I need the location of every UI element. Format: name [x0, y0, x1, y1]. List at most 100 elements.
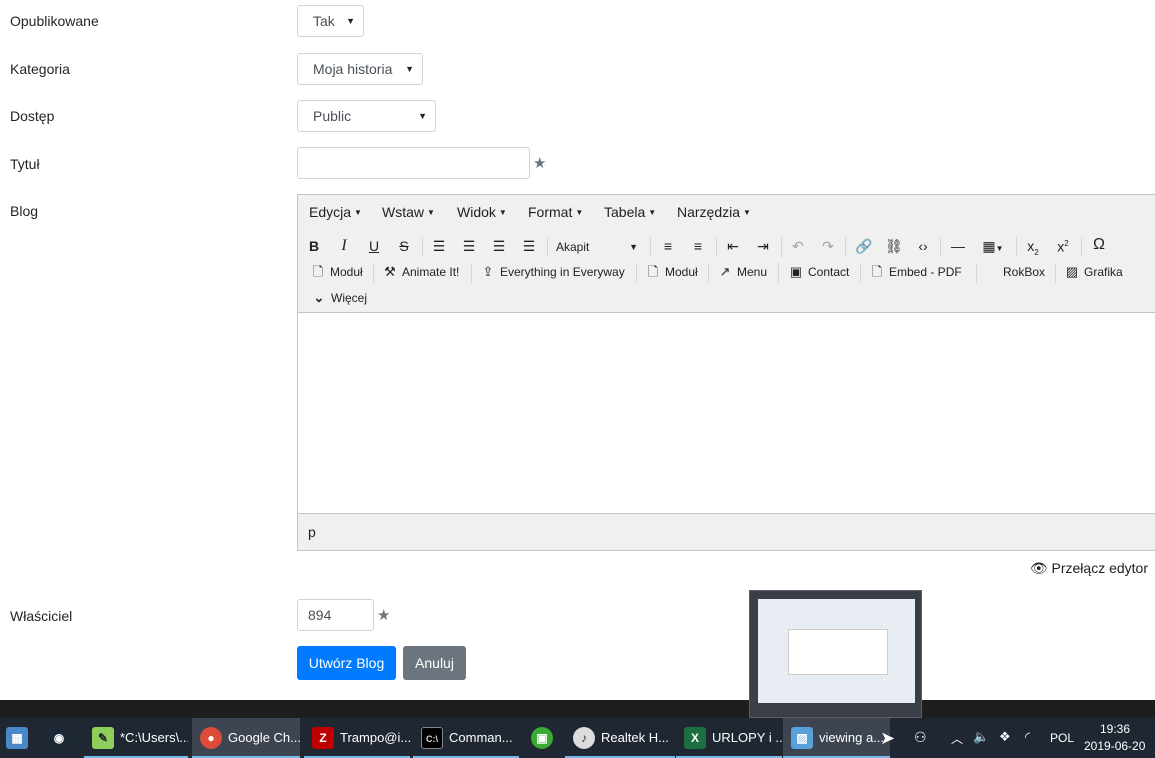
notepad-plus-icon: ✎ — [92, 727, 114, 749]
taskbar-label: Google Ch... — [228, 730, 300, 745]
clock-time[interactable]: 19:36 — [1100, 722, 1130, 736]
chevron-down-icon: ▼ — [405, 64, 414, 74]
taskbar-item-notepad[interactable]: ✎ *C:\Users\... — [84, 718, 188, 758]
menu-format[interactable]: Format ▼ — [528, 204, 583, 220]
menu-edycja[interactable]: Edycja ▼ — [309, 204, 362, 220]
excel-icon: X — [684, 727, 706, 749]
block-format-select[interactable]: Akapit ▼ — [556, 238, 638, 256]
contact-button[interactable]: ▣ Contact — [788, 264, 850, 280]
grafika-button[interactable]: ▨ Grafika — [1064, 264, 1123, 280]
italic-icon[interactable]: I — [336, 237, 352, 255]
access-select[interactable]: Public ▼ — [297, 100, 436, 132]
animate-button[interactable]: ⚒ Animate It! — [382, 264, 459, 280]
add-file-icon: 🗋 — [647, 264, 659, 279]
rich-text-editor: Edycja ▼ Wstaw ▼ Widok ▼ Format ▼ Tabela ▼ Na… — [297, 194, 1155, 551]
blog-label: Blog — [10, 203, 39, 219]
underline-icon[interactable]: U — [366, 237, 382, 255]
indent-icon[interactable]: ⇥ — [755, 237, 771, 255]
taskbar-item-realtek[interactable]: ♪ Realtek H... — [565, 718, 675, 758]
category-value: Moja historia — [313, 61, 393, 77]
everything-button[interactable]: ⇪ Everything in Everyway — [480, 264, 625, 280]
monitor-app-icon: ▣ — [531, 727, 553, 749]
windows-icon: ▦ — [6, 727, 28, 749]
chevron-down-icon: ▼ — [629, 242, 638, 252]
clock-date[interactable]: 2019-06-20 — [1084, 739, 1145, 753]
taskbar-item-app[interactable]: ▣ — [522, 718, 562, 758]
taskbar-steam[interactable]: ◉ — [38, 718, 82, 758]
volume-icon[interactable]: 🔈 — [973, 729, 989, 745]
language-indicator[interactable]: POL — [1050, 731, 1074, 745]
toolbar-separator — [1016, 237, 1017, 257]
editor-menubar: Edycja ▼ Wstaw ▼ Widok ▼ Format ▼ Tabela ▼ Na… — [298, 195, 1155, 229]
bullet-list-icon[interactable]: ≡ — [660, 237, 676, 255]
taskbar-item-photos[interactable]: ▨ viewing a... — [783, 718, 890, 758]
numbered-list-icon[interactable]: ≡ — [690, 237, 706, 255]
menu-button[interactable]: ↗ Menu — [717, 264, 767, 280]
unlink-icon[interactable]: ⛓ — [885, 237, 903, 255]
editor-content[interactable] — [298, 313, 1155, 513]
document-icon: 🗋 — [871, 264, 883, 279]
toggle-editor-link[interactable]: 👁 Przełącz edytor — [1030, 560, 1148, 577]
taskbar-item-excel[interactable]: X URLOPY i ... — [676, 718, 782, 758]
owner-input[interactable]: 894 — [297, 599, 374, 631]
people-icon[interactable]: ⚇ — [914, 729, 927, 746]
code-icon[interactable]: ‹› — [915, 237, 931, 255]
taskbar-label: Trampo@i... — [340, 730, 410, 745]
more-button[interactable]: ⌄ Więcej — [311, 290, 367, 306]
taskbar-label: viewing a... — [819, 730, 885, 745]
toolbar-separator — [1055, 263, 1056, 283]
upload-icon: ⇪ — [482, 264, 494, 279]
taskbar-window-preview[interactable] — [749, 590, 922, 718]
align-right-icon[interactable]: ☰ — [491, 237, 507, 255]
align-center-icon[interactable]: ☰ — [461, 237, 477, 255]
toggle-editor-label: Przełącz edytor — [1051, 560, 1148, 576]
preview-thumbnail — [758, 599, 915, 703]
table-icon[interactable]: ▦▼ — [979, 237, 1007, 258]
owner-label: Właściciel — [10, 608, 73, 624]
redo-icon[interactable]: ↷ — [820, 237, 836, 255]
subscript-icon[interactable]: x2 — [1025, 237, 1041, 262]
undo-icon[interactable]: ↶ — [790, 237, 806, 255]
bold-icon[interactable]: B — [306, 237, 322, 255]
network-icon[interactable]: ◜ — [1025, 729, 1030, 745]
photos-icon: ▨ — [791, 727, 813, 749]
dropbox-icon[interactable]: ❖ — [999, 729, 1011, 745]
menu-tabela[interactable]: Tabela ▼ — [604, 204, 656, 220]
create-blog-button[interactable]: Utwórz Blog — [297, 646, 396, 680]
horizontal-rule-icon[interactable]: — — [949, 237, 967, 255]
windows-taskbar: ▦ ◉ ✎ *C:\Users\... ● Google Ch... Z Tra… — [0, 718, 1155, 758]
eye-icon: 👁 — [1029, 560, 1048, 576]
link-icon[interactable]: 🔗 — [855, 237, 872, 255]
chevron-down-icon: ▼ — [346, 16, 355, 26]
taskbar-item-filezilla[interactable]: Z Trampo@i... — [304, 718, 410, 758]
toolbar-separator — [650, 237, 651, 257]
required-star-icon: ★ — [377, 607, 391, 624]
toolbar-separator — [860, 263, 861, 283]
cancel-button[interactable]: Anuluj — [403, 646, 466, 680]
published-select[interactable]: Tak ▼ — [297, 5, 364, 37]
toolbar-separator — [976, 263, 977, 283]
strikethrough-icon[interactable]: S — [396, 237, 412, 255]
taskbar-item-cmd[interactable]: C:\ Comman... — [413, 718, 519, 758]
taskbar-item-chrome[interactable]: ● Google Ch... — [192, 718, 300, 758]
chevron-up-icon[interactable]: ︿ — [951, 730, 963, 747]
align-justify-icon[interactable]: ☰ — [521, 237, 537, 255]
special-char-icon[interactable]: Ω — [1090, 236, 1108, 254]
menu-wstaw[interactable]: Wstaw ▼ — [382, 204, 435, 220]
element-path[interactable]: p — [308, 524, 316, 540]
title-input[interactable] — [297, 147, 530, 179]
category-select[interactable]: Moja historia ▼ — [297, 53, 423, 85]
rokbox-button[interactable]: RokBox — [1003, 264, 1045, 280]
modul-button-2[interactable]: 🗋 Moduł — [645, 264, 698, 280]
menu-widok[interactable]: Widok ▼ — [457, 204, 507, 220]
superscript-icon[interactable]: x2 — [1055, 235, 1071, 256]
modul-button-1[interactable]: 🗋 Moduł — [310, 264, 363, 280]
toolbar-separator — [845, 237, 846, 257]
menu-narzedzia[interactable]: Narzędzia ▼ — [677, 204, 751, 220]
align-left-icon[interactable]: ☰ — [431, 237, 447, 255]
published-value: Tak — [313, 13, 335, 29]
embed-pdf-button[interactable]: 🗋 Embed - PDF — [869, 264, 962, 280]
outdent-icon[interactable]: ⇤ — [725, 237, 741, 255]
taskbar-label: *C:\Users\... — [120, 730, 188, 745]
start-button[interactable]: ▦ — [0, 718, 34, 758]
